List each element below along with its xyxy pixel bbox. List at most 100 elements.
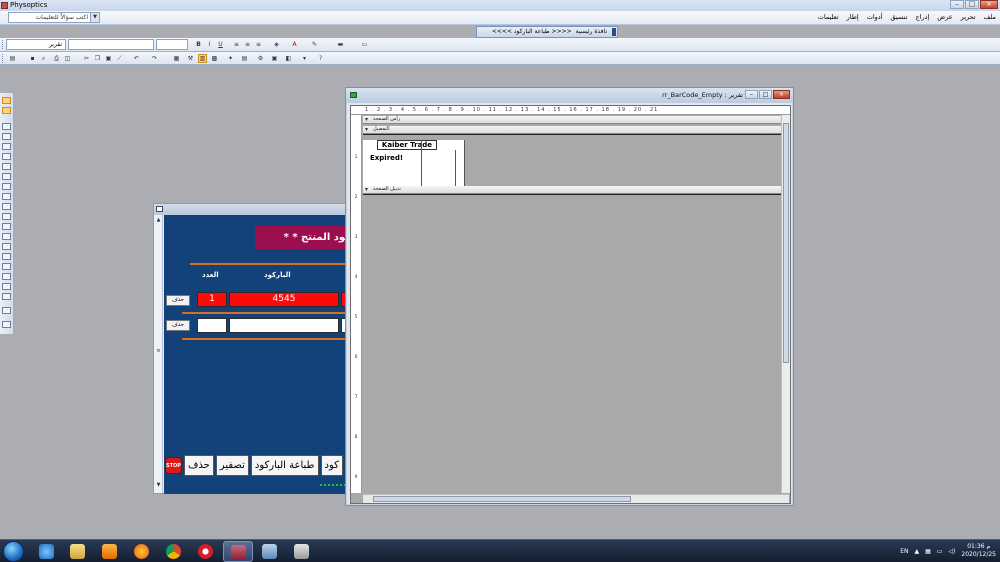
chevron-down-icon[interactable]: ▼ [90, 13, 99, 22]
delete-row-button[interactable]: حذف [166, 295, 190, 306]
copy-icon[interactable]: ❐ [93, 54, 102, 63]
opera-icon[interactable] [191, 541, 221, 562]
page-break-icon[interactable] [2, 243, 11, 250]
form-vertical-scrollbar[interactable]: ▲ ≡ ▼ [154, 215, 163, 493]
save-icon[interactable]: ▪ [28, 54, 37, 63]
sorting-grouping-icon[interactable]: ▥ [198, 54, 207, 63]
checkbox-tool-icon[interactable] [2, 173, 11, 180]
menu-insert[interactable]: إدراج [915, 13, 929, 21]
tab-control-icon[interactable] [2, 253, 11, 260]
option-group-icon[interactable] [2, 143, 11, 150]
language-indicator[interactable]: EN [900, 548, 908, 555]
new-object-icon[interactable]: ◧ [284, 54, 293, 63]
media-player-icon[interactable] [95, 541, 125, 562]
search-icon[interactable]: ⌕ [39, 54, 48, 63]
align-center-icon[interactable]: ≡ [243, 40, 252, 49]
label-tool-icon[interactable] [2, 123, 11, 130]
autoformat-icon[interactable]: ▩ [210, 54, 219, 63]
code-button[interactable]: كود [320, 455, 343, 476]
toolbox-icon[interactable]: ⚒ [186, 54, 195, 63]
special-effect-icon[interactable]: ▭ [360, 40, 369, 49]
undo-icon[interactable]: ↶ [132, 54, 141, 63]
detail-section-bar[interactable]: التفصيل [363, 126, 790, 134]
toolbar-grip[interactable] [612, 28, 616, 36]
scroll-thumb-icon[interactable]: ≡ [155, 348, 162, 355]
fill-color-icon[interactable]: ◈ [272, 40, 281, 49]
internet-explorer-icon[interactable] [32, 541, 62, 562]
file-explorer-icon[interactable] [63, 541, 93, 562]
chevron-down-icon[interactable]: ▾ [300, 54, 309, 63]
scroll-thumb[interactable] [373, 496, 631, 502]
settings-app-icon[interactable] [287, 541, 317, 562]
command-button-icon[interactable] [2, 203, 11, 210]
select-objects-icon[interactable] [2, 97, 11, 104]
object-combo[interactable]: تقرير [6, 39, 66, 50]
code-icon[interactable]: ✦ [226, 54, 235, 63]
menu-file[interactable]: ملف [984, 13, 996, 21]
cut-icon[interactable]: ✂ [82, 54, 91, 63]
menu-format[interactable]: تنسيق [891, 13, 908, 21]
textbox-tool-icon[interactable] [2, 133, 11, 140]
menu-edit[interactable]: تحرير [961, 13, 976, 21]
underline-button[interactable]: U [216, 40, 225, 49]
minimize-button[interactable]: – [950, 0, 964, 9]
redo-icon[interactable]: ↷ [150, 54, 159, 63]
print-barcode-button[interactable]: طباعة الباركود [250, 455, 319, 476]
control-wizards-icon[interactable] [2, 107, 11, 114]
list-box-icon[interactable] [2, 193, 11, 200]
properties-icon[interactable]: ▤ [240, 54, 249, 63]
paste-icon[interactable]: ▣ [104, 54, 113, 63]
line-color-icon[interactable]: ✎ [310, 40, 319, 49]
report-horizontal-scrollbar[interactable] [363, 494, 789, 503]
line-width-icon[interactable]: ▬ [336, 40, 345, 49]
close-button[interactable]: × [773, 90, 790, 99]
menu-view[interactable]: عرض [937, 13, 952, 21]
page-header-section-bar[interactable]: رأس الصفحة [363, 116, 790, 124]
image-tool-icon[interactable] [2, 213, 11, 220]
count-cell[interactable] [197, 318, 227, 333]
report-titlebar[interactable]: تقرير : rr_BarCode_Empty – □ × [346, 88, 793, 103]
line-tool-icon[interactable] [2, 273, 11, 280]
maximize-button[interactable]: □ [965, 0, 979, 9]
scroll-up-icon[interactable]: ▲ [155, 217, 162, 224]
italic-button[interactable]: I [205, 40, 214, 49]
menu-tools[interactable]: أدوات [867, 13, 883, 21]
delete-row-button[interactable]: حذف [166, 320, 190, 331]
toolbar-grip[interactable] [2, 54, 4, 63]
view-icon[interactable]: ▤ [8, 54, 17, 63]
more-controls-icon[interactable] [2, 293, 11, 300]
font-size-combo[interactable] [156, 39, 188, 50]
bound-frame-icon[interactable] [2, 233, 11, 240]
nav-print-barcode-button[interactable]: <<<< طباعة الباركود >>>> [492, 27, 572, 37]
bold-button[interactable]: B [194, 40, 203, 49]
report-vertical-scrollbar[interactable] [781, 115, 790, 493]
toggle-button-icon[interactable] [2, 153, 11, 160]
action-center-icon[interactable]: ▭ [937, 548, 943, 555]
unbound-frame-icon[interactable] [2, 223, 11, 230]
clock[interactable]: 01:36 م 2020/12/25 [961, 543, 996, 559]
show-hidden-icons[interactable]: ▲ [914, 548, 919, 555]
stop-icon[interactable]: STOP [165, 457, 182, 474]
nav-home-button[interactable]: نافذة رئيسية [576, 27, 607, 37]
subform-icon[interactable] [2, 263, 11, 270]
toolbox-bottom-icon[interactable] [2, 307, 11, 314]
build-icon[interactable]: ⚙ [256, 54, 265, 63]
notes-app-icon[interactable] [255, 541, 285, 562]
database-window-icon[interactable]: ▣ [270, 54, 279, 63]
help-search-input[interactable]: اكتب سؤالاً للتعليمات ▼ [8, 12, 100, 23]
network-icon[interactable]: ▦ [925, 548, 931, 555]
access-app-icon[interactable] [223, 541, 253, 562]
rectangle-tool-icon[interactable] [2, 283, 11, 290]
close-button[interactable]: × [980, 0, 998, 9]
align-right-icon[interactable]: ≡ [254, 40, 263, 49]
print-preview-icon[interactable]: ◫ [63, 54, 72, 63]
delete-button[interactable]: حذف [184, 455, 214, 476]
barcode-cell[interactable] [229, 318, 339, 333]
help-icon[interactable]: ? [316, 54, 325, 63]
barcode-cell[interactable]: 4545 [229, 292, 339, 307]
scroll-thumb[interactable] [783, 123, 789, 363]
reset-button[interactable]: تصفير [215, 455, 249, 476]
firefox-icon[interactable] [127, 541, 157, 562]
font-name-combo[interactable] [68, 39, 154, 50]
option-button-icon[interactable] [2, 163, 11, 170]
